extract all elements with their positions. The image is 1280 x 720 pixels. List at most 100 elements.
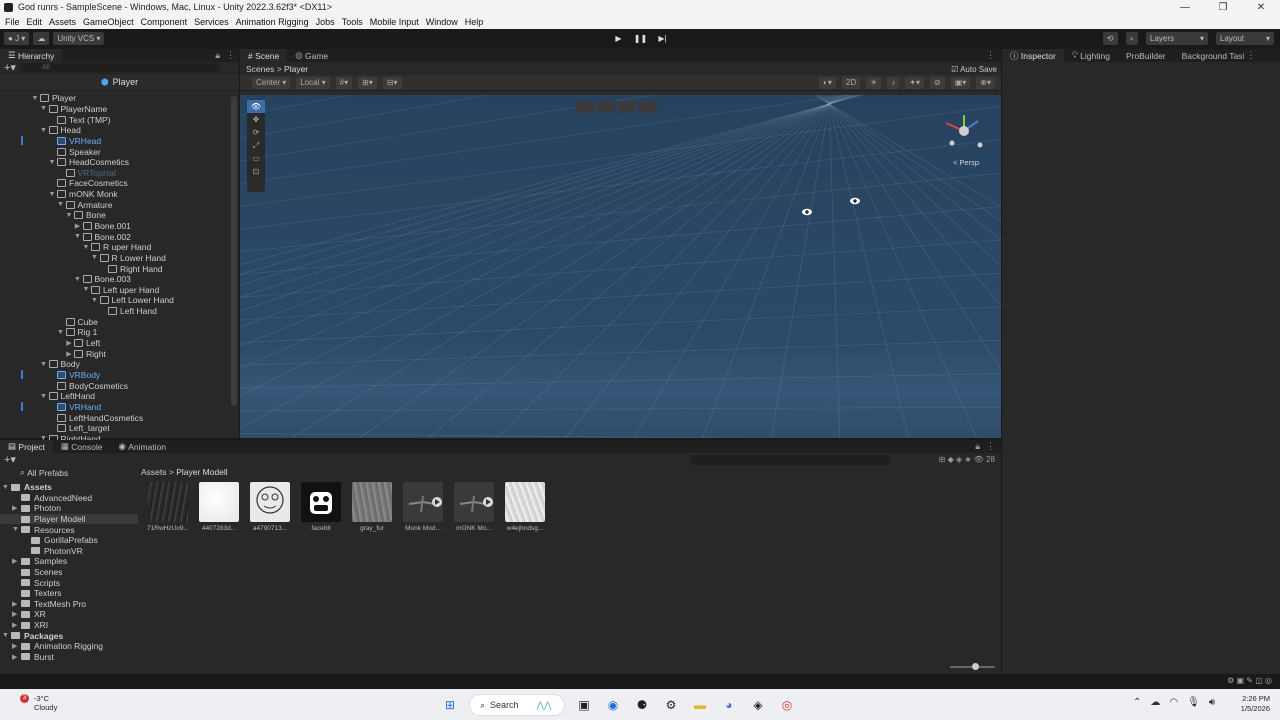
weather-widget[interactable]: 3 -3°C Cloudy <box>20 694 57 712</box>
crumb-assets[interactable]: Assets <box>141 467 167 477</box>
scene-viewport[interactable]: 👁︎ ✥ ⟳ ⤢ ▭ ⊡ < Persp <box>240 95 1001 438</box>
chevron-down-icon[interactable]: ▼ <box>39 105 49 112</box>
project-search-input[interactable] <box>690 455 890 465</box>
folder-item[interactable]: ▼ Packages <box>0 630 138 641</box>
hierarchy-item[interactable]: Cube <box>0 316 239 327</box>
folder-item[interactable]: ▶ TextMesh Pro <box>0 599 138 610</box>
draw-mode-dropdown[interactable]: ◐▾ <box>819 76 836 89</box>
menu-assets[interactable]: Assets <box>49 17 76 27</box>
hierarchy-item[interactable]: ▼ LeftHand <box>0 391 239 402</box>
breadcrumb-scenes[interactable]: Scenes <box>246 64 274 74</box>
persp-label[interactable]: < Persp <box>953 158 979 167</box>
folder-item[interactable]: PhotonVR <box>0 546 138 557</box>
auto-save-toggle[interactable]: ☑ Auto Save <box>951 65 997 74</box>
folder-item[interactable]: ▶ Animation Rigging <box>0 641 138 652</box>
folder-item[interactable]: AdvancedNeed <box>0 493 138 504</box>
volume-icon[interactable]: 🔊︎ <box>1209 697 1215 708</box>
settings-gear-icon[interactable]: ⚙ <box>661 695 681 715</box>
folder-item[interactable]: ▶ Samples <box>0 556 138 567</box>
scale-tool-icon[interactable]: ⤢ <box>247 139 265 152</box>
toggle-2d-button[interactable]: 2D <box>841 76 861 89</box>
chevron-down-icon[interactable]: ▼ <box>81 244 91 251</box>
snap-dropdown[interactable]: ⊞▾ <box>358 76 377 89</box>
hierarchy-item[interactable]: ▼ PlayerName <box>0 104 239 115</box>
camera-dropdown[interactable]: ▣▾ <box>950 76 971 89</box>
effects-dropdown[interactable]: ✦▾ <box>905 76 924 89</box>
rect-tool-icon[interactable]: ▭ <box>247 152 265 165</box>
hierarchy-item[interactable]: VRBody <box>0 370 239 381</box>
chevron-down-icon[interactable]: ▼ <box>90 254 100 261</box>
clock[interactable]: 2:26 PM 1/5/2026 <box>1241 694 1270 714</box>
hierarchy-item[interactable]: ▼ Body <box>0 359 239 370</box>
hierarchy-item[interactable]: ▼ Bone <box>0 210 239 221</box>
hierarchy-item[interactable]: ▼ R Lower Hand <box>0 253 239 264</box>
chevron-down-icon[interactable]: ▼ <box>47 191 57 198</box>
chevron-right-icon[interactable]: ▶ <box>64 350 74 358</box>
chevron-down-icon[interactable]: ▼ <box>12 526 21 533</box>
hierarchy-item[interactable]: Text (TMP) <box>0 114 239 125</box>
tab-animation[interactable]: ◉ Animation <box>110 440 174 453</box>
minimize-icon[interactable]: — <box>1166 2 1204 13</box>
folder-item[interactable]: GorillaPrefabs <box>0 535 138 546</box>
folder-item[interactable]: ▼ Assets <box>0 482 138 493</box>
tab-inspector[interactable]: ⓘ Inspector <box>1002 49 1064 62</box>
menu-mobile-input[interactable]: Mobile Input <box>370 17 419 27</box>
add-object-button[interactable]: +▾ <box>4 61 20 74</box>
chevron-right-icon[interactable]: ▶ <box>12 621 21 629</box>
gizmos-dropdown[interactable]: ⊕▾ <box>976 76 995 89</box>
folder-item[interactable]: Player Modell <box>0 513 138 525</box>
hierarchy-item[interactable]: BodyCosmetics <box>0 380 239 391</box>
app-icon-red[interactable]: ⚈ <box>632 695 652 715</box>
menu-file[interactable]: File <box>5 17 20 27</box>
menu-jobs[interactable]: Jobs <box>316 17 335 27</box>
hierarchy-search-input[interactable]: All <box>20 63 220 72</box>
mic-icon[interactable]: 🎙︎ <box>1187 697 1200 708</box>
folder-item[interactable]: Scenes <box>0 567 138 578</box>
folder-item[interactable]: ▶ XRI <box>0 620 138 631</box>
folder-item[interactable]: ▶ Photon <box>0 503 138 514</box>
tab-game[interactable]: ◎ Game <box>287 49 336 62</box>
chevron-right-icon[interactable]: ▶ <box>12 504 21 512</box>
vcs-button[interactable]: Unity VCS ▾ <box>53 32 105 45</box>
favorites-all-prefabs[interactable]: ⌕ All Prefabs <box>0 466 138 479</box>
cube-overlay-icon[interactable] <box>576 101 594 113</box>
asset-item[interactable]: w4ejhndsg... <box>505 482 545 532</box>
chevron-right-icon[interactable]: ▶ <box>12 557 21 565</box>
lighting-toggle[interactable]: ☀ <box>866 76 882 89</box>
task-view-icon[interactable]: ▣ <box>574 695 594 715</box>
hierarchy-item[interactable]: ▼ Bone.002 <box>0 231 239 242</box>
menu-window[interactable]: Window <box>426 17 458 27</box>
filter-icons[interactable]: ⊞ ◆ ◈ ★ 👁︎ 28 <box>939 455 995 464</box>
wifi-icon[interactable]: ◠ <box>1169 697 1178 708</box>
chevron-right-icon[interactable]: ▶ <box>12 642 21 650</box>
taskbar-search[interactable]: ⌕ Search ⋀⋀ <box>469 694 565 716</box>
chevron-down-icon[interactable]: ▼ <box>2 632 11 639</box>
chevron-down-icon[interactable]: ▼ <box>81 286 91 293</box>
tab-console[interactable]: ▦ Console <box>53 440 111 453</box>
grid-overlay-icon[interactable] <box>597 101 615 113</box>
hierarchy-scrollbar[interactable] <box>231 96 237 406</box>
chevron-down-icon[interactable]: ▼ <box>39 361 49 368</box>
hierarchy-item[interactable]: Left_target <box>0 423 239 434</box>
hierarchy-item[interactable]: ▼ Armature <box>0 199 239 210</box>
space-dropdown[interactable]: Local ▾ <box>296 76 330 89</box>
hierarchy-item[interactable]: LeftHandCosmetics <box>0 412 239 423</box>
unity-hub-icon[interactable]: ◈ <box>748 695 768 715</box>
kebab-menu-icon[interactable]: ⋮ <box>986 50 995 61</box>
menu-edit[interactable]: Edit <box>27 17 43 27</box>
chevron-down-icon[interactable]: ▼ <box>64 212 74 219</box>
asset-item[interactable]: Monk Mod... <box>403 482 443 532</box>
menu-gameobject[interactable]: GameObject <box>83 17 134 27</box>
asset-item[interactable]: gray_fur <box>352 482 392 532</box>
pause-icon[interactable]: ❚❚ <box>631 32 650 45</box>
layers-dropdown[interactable]: Layers ▾ <box>1146 32 1208 45</box>
audio-toggle[interactable]: ♪ <box>887 76 900 89</box>
hierarchy-item[interactable]: ▼ Head <box>0 125 239 136</box>
kebab-menu-icon[interactable]: ⋮ <box>226 50 235 61</box>
hierarchy-item[interactable]: ▼ HeadCosmetics <box>0 157 239 168</box>
grid-snap-dropdown[interactable]: #▾ <box>335 76 353 89</box>
rotate-tool-icon[interactable]: ⟳ <box>247 126 265 139</box>
lock-icon[interactable]: 🔒︎ <box>975 441 980 452</box>
hierarchy-item[interactable]: ▶ Left <box>0 338 239 349</box>
layout-dropdown[interactable]: Layout ▾ <box>1216 32 1274 45</box>
